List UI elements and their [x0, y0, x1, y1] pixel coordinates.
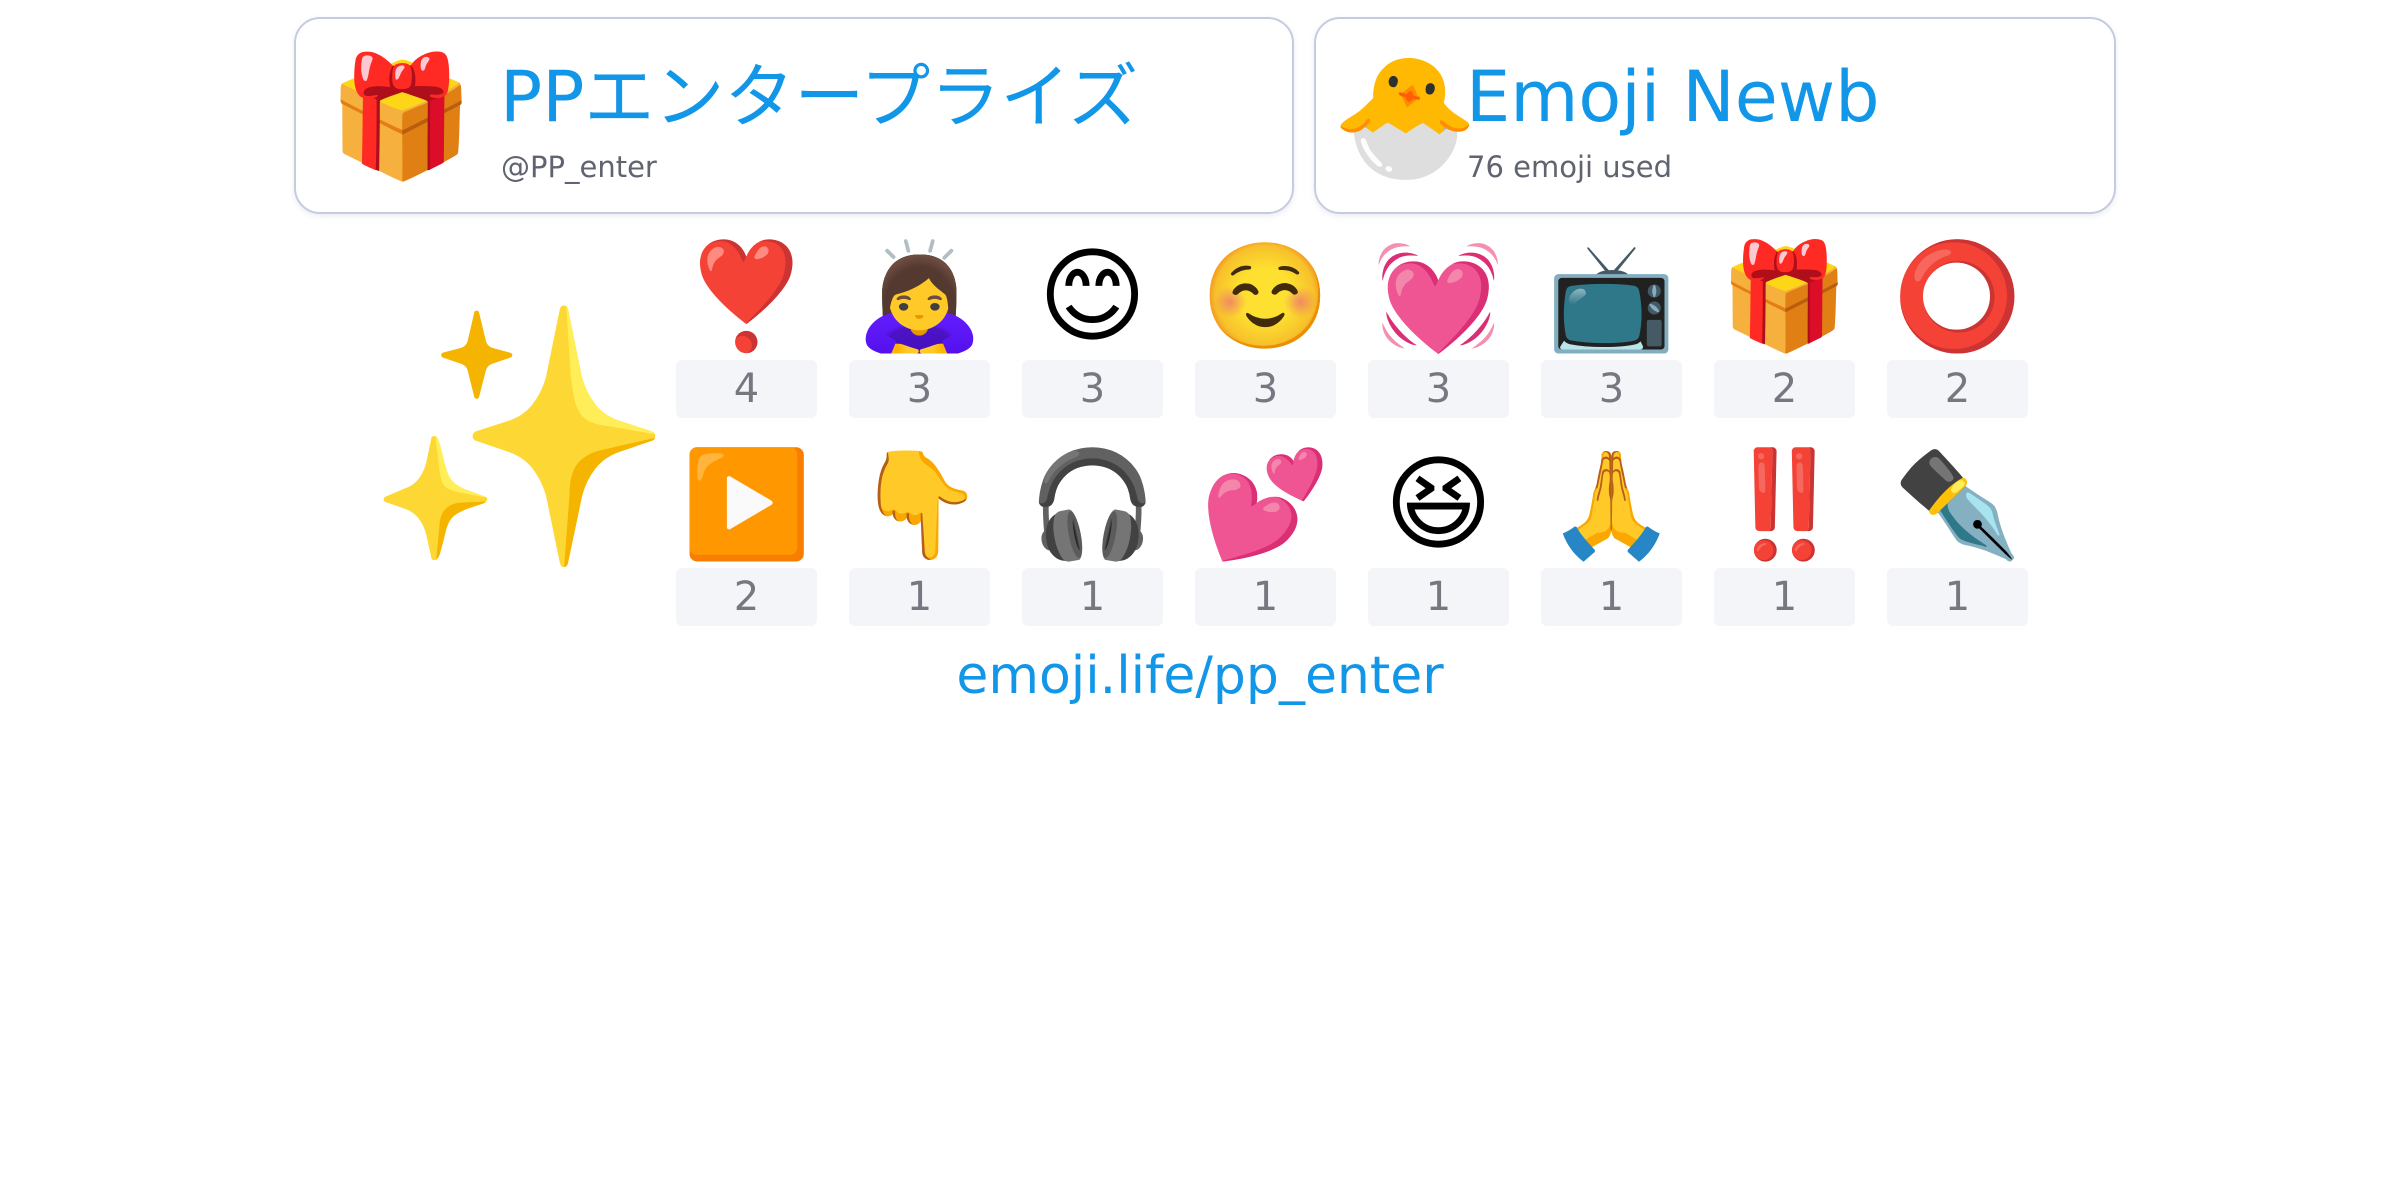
emoji-stats-grid: ❣️ 4 🙇‍♀️ 3 😊 3 ☺️ 3 💓 3 📺 3 🎁 2 ⭕ — [676, 232, 2036, 626]
pink-gift-box-avatar-icon: 🎁 — [327, 47, 475, 185]
grinning-squinting-face-icon: 😆 — [1384, 443, 1493, 565]
beating-heart-icon: 💓 — [1373, 235, 1504, 357]
emoji-stat-item[interactable]: 🙇‍♀️ 3 — [849, 232, 990, 418]
emoji-stat-item[interactable]: ☺️ 3 — [1195, 232, 1336, 418]
profile-url-link[interactable]: emoji.life/pp_enter — [0, 644, 2400, 708]
emoji-stat-item[interactable]: ⭕ 2 — [1887, 232, 2028, 418]
emoji-count: 2 — [1887, 360, 2028, 418]
badge-title: Emoji Newb — [1466, 56, 1880, 138]
smiling-face-with-smiling-eyes-icon: 😊 — [1038, 235, 1147, 357]
emoji-count: 1 — [1368, 568, 1509, 626]
emoji-count: 1 — [1022, 568, 1163, 626]
profile-handle: @PP_enter — [501, 150, 657, 184]
two-hearts-icon: 💕 — [1200, 443, 1331, 565]
folded-hands-icon: 🙏 — [1546, 443, 1677, 565]
emoji-stat-item[interactable]: 🎧 1 — [1022, 440, 1163, 626]
headphone-icon: 🎧 — [1027, 443, 1158, 565]
badge-card[interactable]: 🐣 Emoji Newb 76 emoji used — [1314, 17, 2116, 214]
emoji-count: 2 — [1714, 360, 1855, 418]
sparkles-icon: ✨ — [364, 292, 676, 583]
emoji-count: 3 — [849, 360, 990, 418]
emoji-count: 4 — [676, 360, 817, 418]
emoji-used-count: 76 emoji used — [1467, 150, 1673, 184]
emoji-stat-item[interactable]: 👇 1 — [849, 440, 990, 626]
woman-bowing-icon: 🙇‍♀️ — [854, 235, 985, 357]
emoji-stat-item[interactable]: ❣️ 4 — [676, 232, 817, 418]
emoji-count: 1 — [1195, 568, 1336, 626]
emoji-count: 3 — [1022, 360, 1163, 418]
backhand-index-pointing-down-icon: 👇 — [854, 443, 985, 565]
emoji-stat-item[interactable]: 💕 1 — [1195, 440, 1336, 626]
double-exclamation-mark-icon: ‼️ — [1719, 443, 1850, 565]
hatching-chick-icon: 🐣 — [1331, 47, 1479, 185]
play-button-icon: ▶️ — [681, 443, 812, 565]
emoji-count: 3 — [1368, 360, 1509, 418]
heart-exclamation-icon: ❣️ — [681, 235, 812, 357]
emoji-count: 3 — [1541, 360, 1682, 418]
hollow-red-circle-icon: ⭕ — [1892, 235, 2023, 357]
emoji-count: 1 — [1541, 568, 1682, 626]
emoji-stat-item[interactable]: ‼️ 1 — [1714, 440, 1855, 626]
emoji-stat-item[interactable]: 📺 3 — [1541, 232, 1682, 418]
emoji-count: 2 — [676, 568, 817, 626]
emoji-count: 1 — [1714, 568, 1855, 626]
wrapped-gift-icon: 🎁 — [1719, 235, 1850, 357]
smiling-face-icon: ☺️ — [1200, 235, 1331, 357]
black-nib-icon: ✒️ — [1892, 443, 2023, 565]
emoji-profile-page: 🎁 PPエンタープライズ @PP_enter 🐣 Emoji Newb 76 e… — [0, 0, 2400, 1200]
emoji-count: 3 — [1195, 360, 1336, 418]
emoji-count: 1 — [1887, 568, 2028, 626]
emoji-stat-item[interactable]: ✒️ 1 — [1887, 440, 2028, 626]
emoji-stat-item[interactable]: ▶️ 2 — [676, 440, 817, 626]
profile-card[interactable]: 🎁 PPエンタープライズ @PP_enter — [294, 17, 1294, 214]
emoji-stat-item[interactable]: 💓 3 — [1368, 232, 1509, 418]
emoji-stat-item[interactable]: 😆 1 — [1368, 440, 1509, 626]
emoji-stat-item[interactable]: 😊 3 — [1022, 232, 1163, 418]
emoji-count: 1 — [849, 568, 990, 626]
television-icon: 📺 — [1546, 235, 1677, 357]
emoji-stat-item[interactable]: 🎁 2 — [1714, 232, 1855, 418]
emoji-stat-item[interactable]: 🙏 1 — [1541, 440, 1682, 626]
profile-name: PPエンタープライズ — [500, 56, 1139, 138]
